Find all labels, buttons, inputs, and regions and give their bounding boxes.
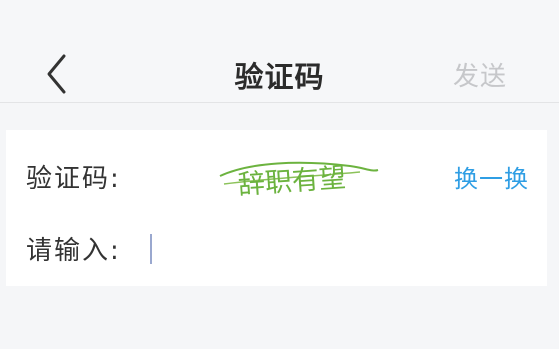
refresh-captcha-button[interactable]: 换一换	[454, 159, 529, 194]
captcha-image[interactable]: 辞职有望	[210, 142, 382, 206]
navigation-bar: 验证码 发送	[0, 0, 559, 103]
captcha-text: 辞职有望	[237, 163, 347, 201]
send-button[interactable]: 发送	[453, 56, 507, 93]
captcha-input[interactable]	[146, 226, 526, 268]
input-label: 请输入:	[26, 236, 121, 266]
captcha-form: 验证码: 辞职有望 换一换 请输入:	[6, 130, 547, 286]
text-cursor	[150, 234, 152, 264]
captcha-label: 验证码:	[26, 164, 121, 194]
